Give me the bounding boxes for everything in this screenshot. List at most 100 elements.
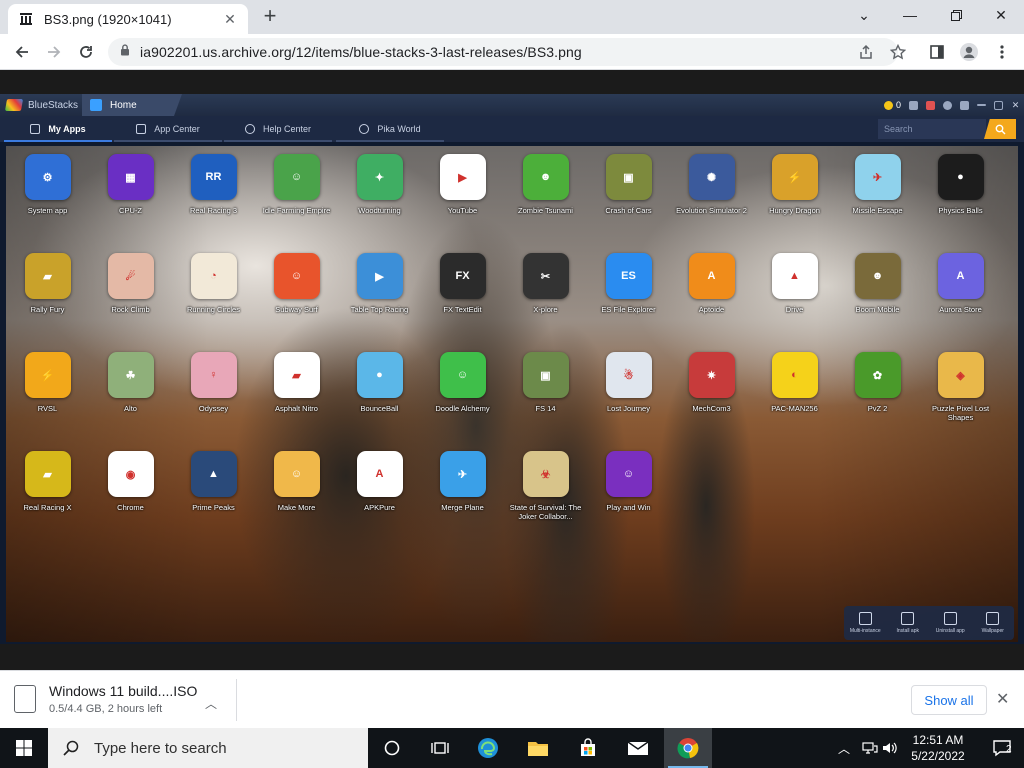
- bookmark-star-icon[interactable]: [884, 38, 912, 66]
- close-icon[interactable]: ✕: [996, 689, 1009, 709]
- bluestacks-search-button[interactable]: [984, 119, 1016, 139]
- app-tile[interactable]: ✷ MechCom3: [670, 352, 753, 448]
- store-icon[interactable]: [564, 728, 612, 768]
- lock-icon[interactable]: [120, 43, 130, 61]
- tab-pika-world[interactable]: Pika World: [336, 116, 444, 142]
- browser-tab[interactable]: BS3.png (1920×1041) ✕: [8, 4, 248, 34]
- app-tile[interactable]: ☺ Play and Win: [587, 451, 670, 547]
- minimize-button[interactable]: —: [887, 0, 933, 30]
- mail-icon[interactable]: [614, 728, 662, 768]
- back-button[interactable]: [8, 38, 36, 66]
- show-all-button[interactable]: Show all: [911, 685, 987, 715]
- tool-button[interactable]: Install apk: [889, 612, 927, 634]
- home-tab[interactable]: Home: [82, 94, 182, 116]
- start-button[interactable]: [0, 728, 48, 768]
- app-tile[interactable]: A Aurora Store: [919, 253, 1002, 349]
- app-tile[interactable]: ▶ YouTube: [421, 154, 504, 250]
- app-tile[interactable]: ♀ Odyssey: [172, 352, 255, 448]
- bluestacks-search-input[interactable]: Search: [878, 119, 986, 139]
- tab-close-icon[interactable]: ✕: [222, 11, 238, 27]
- new-tab-button[interactable]: +: [258, 5, 282, 29]
- cortana-icon[interactable]: [368, 728, 416, 768]
- app-tile[interactable]: ☺ Subway Surf: [255, 253, 338, 349]
- app-tile[interactable]: ▰ Rally Fury: [6, 253, 89, 349]
- tool-button[interactable]: Wallpaper: [974, 612, 1012, 634]
- minimize-icon[interactable]: [977, 104, 986, 106]
- maximize-icon[interactable]: [994, 100, 1003, 110]
- app-icon: ☺: [605, 451, 652, 497]
- app-tile[interactable]: ✈ Merge Plane: [421, 451, 504, 547]
- close-window-button[interactable]: ✕: [978, 0, 1024, 30]
- app-tile[interactable]: ◔ Running Circles: [172, 253, 255, 349]
- chevron-up-icon[interactable]: ︿: [205, 695, 217, 712]
- app-tile[interactable]: ☻ Zombie Tsunami: [504, 154, 587, 250]
- app-tile[interactable]: ● Physics Balls: [919, 154, 1002, 250]
- app-tile[interactable]: ◈ Puzzle Pixel Lost Shapes: [919, 352, 1002, 448]
- network-icon[interactable]: [862, 728, 878, 768]
- profile-avatar-icon[interactable]: [955, 38, 983, 66]
- app-tile[interactable]: ✦ Woodturning: [338, 154, 421, 250]
- side-panel-icon[interactable]: [923, 38, 951, 66]
- coins-counter[interactable]: 0: [883, 100, 901, 110]
- app-tile[interactable]: ☄ Rock Climb: [89, 253, 172, 349]
- app-tile[interactable]: ✿ PvZ 2: [836, 352, 919, 448]
- app-tile[interactable]: ☺ Idle Farming Empire: [255, 154, 338, 250]
- app-tile[interactable]: ☘ Alto: [89, 352, 172, 448]
- app-tile[interactable]: ▰ Real Racing X: [6, 451, 89, 547]
- taskbar-search[interactable]: Type here to search: [48, 728, 368, 768]
- settings-icon[interactable]: [909, 100, 918, 110]
- restore-button[interactable]: [933, 0, 979, 30]
- tab-search-chevron-icon[interactable]: ⌄: [841, 0, 887, 30]
- chevron-up-icon[interactable]: ︿: [838, 728, 850, 768]
- app-tile[interactable]: ▣ Crash of Cars: [587, 154, 670, 250]
- notifications-icon[interactable]: [926, 100, 935, 110]
- action-center-button[interactable]: 2: [982, 728, 1022, 768]
- edge-icon[interactable]: [464, 728, 512, 768]
- app-tile[interactable]: ✈ Missile Escape: [836, 154, 919, 250]
- taskbar-clock[interactable]: 12:51 AM 5/22/2022: [900, 732, 976, 764]
- download-item[interactable]: Windows 11 build....ISO 0.5/4.4 GB, 2 ho…: [14, 683, 236, 723]
- share-icon[interactable]: [852, 38, 880, 66]
- kebab-menu-icon[interactable]: [988, 38, 1016, 66]
- tab-help-center[interactable]: Help Center: [224, 116, 332, 142]
- tab-app-center[interactable]: App Center: [114, 116, 222, 142]
- omnibox[interactable]: ia902201.us.archive.org/12/items/blue-st…: [108, 38, 898, 66]
- app-tile[interactable]: ✺ Evolution Simulator 2: [670, 154, 753, 250]
- app-tile[interactable]: ⚡ Hungry Dragon: [753, 154, 836, 250]
- app-tile[interactable]: ⚙ System app: [6, 154, 89, 250]
- app-tile[interactable]: ☺ Doodle Alchemy: [421, 352, 504, 448]
- forward-button[interactable]: [40, 38, 68, 66]
- app-tile[interactable]: ▲ Prime Peaks: [172, 451, 255, 547]
- task-view-icon[interactable]: [416, 728, 464, 768]
- app-tile[interactable]: ☻ Boom Mobile: [836, 253, 919, 349]
- reload-button[interactable]: [72, 38, 100, 66]
- app-tile[interactable]: ⚡ RVSL: [6, 352, 89, 448]
- app-tile[interactable]: ▣ FS 14: [504, 352, 587, 448]
- account-icon[interactable]: [943, 100, 952, 110]
- app-tile[interactable]: ES ES File Explorer: [587, 253, 670, 349]
- tool-button[interactable]: Uninstall app: [931, 612, 969, 634]
- app-label: RVSL: [37, 404, 58, 413]
- app-tile[interactable]: ☣ State of Survival: The Joker Collabor..…: [504, 451, 587, 547]
- chrome-taskbar-icon[interactable]: [664, 728, 712, 768]
- app-tile[interactable]: ▰ Asphalt Nitro: [255, 352, 338, 448]
- app-tile[interactable]: ☺ Make More: [255, 451, 338, 547]
- app-tile[interactable]: ◐ PAC-MAN256: [753, 352, 836, 448]
- close-icon[interactable]: ✕: [1011, 100, 1020, 110]
- app-tile[interactable]: ▦ CPU-Z: [89, 154, 172, 250]
- app-tile[interactable]: FX FX TextEdit: [421, 253, 504, 349]
- tool-button[interactable]: Multi-instance: [846, 612, 884, 634]
- app-tile[interactable]: A APKPure: [338, 451, 421, 547]
- tab-my-apps[interactable]: My Apps: [4, 116, 112, 142]
- app-tile[interactable]: ◉ Chrome: [89, 451, 172, 547]
- menu-icon[interactable]: [960, 100, 969, 110]
- app-tile[interactable]: ☃ Lost Journey: [587, 352, 670, 448]
- app-tile[interactable]: RR Real Racing 3: [172, 154, 255, 250]
- app-tile[interactable]: A Aptoide: [670, 253, 753, 349]
- app-tile[interactable]: ▶ Table Top Racing: [338, 253, 421, 349]
- file-explorer-icon[interactable]: [514, 728, 562, 768]
- volume-icon[interactable]: [882, 728, 898, 768]
- app-tile[interactable]: ● BounceBall: [338, 352, 421, 448]
- app-tile[interactable]: ✂ X-plore: [504, 253, 587, 349]
- app-tile[interactable]: ▲ Drive: [753, 253, 836, 349]
